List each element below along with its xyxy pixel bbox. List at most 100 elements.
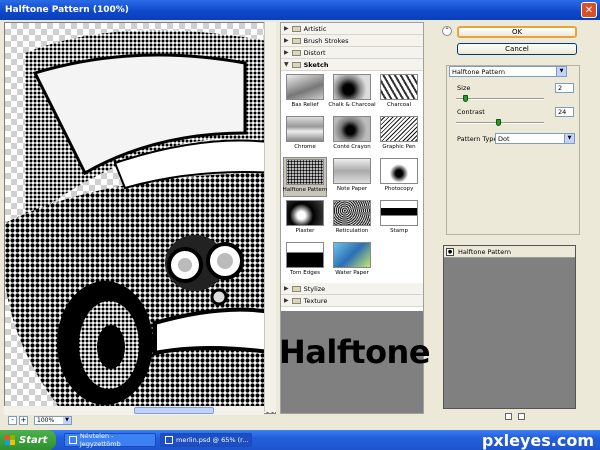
pattern-type-label: Pattern Type: (457, 135, 500, 143)
filter-chrome[interactable]: Chrome (283, 115, 327, 155)
category-distort[interactable]: ▶ Distort (281, 47, 423, 59)
category-label: Distort (303, 48, 326, 57)
contrast-slider[interactable] (456, 119, 544, 126)
collapse-gallery-button[interactable]: ⌃ (442, 26, 452, 36)
filter-water-paper[interactable]: Water Paper (330, 241, 374, 281)
cancel-button[interactable]: Cancel (457, 43, 577, 55)
close-icon: ✕ (584, 4, 594, 16)
filter-conte-crayon[interactable]: Conté Crayon (330, 115, 374, 155)
close-button[interactable]: ✕ (581, 2, 597, 18)
collapse-icon: ⌃ (444, 27, 450, 34)
scrollbar-thumb[interactable] (134, 407, 214, 414)
filter-plaster[interactable]: Plaster (283, 199, 327, 239)
folder-open-icon (291, 61, 301, 68)
folder-icon (291, 297, 301, 304)
filter-label: Charcoal (386, 102, 412, 108)
minus-icon: - (11, 415, 14, 424)
collapse-arrow-icon: ▼ (284, 61, 289, 68)
notepad-icon (69, 436, 77, 444)
filter-note-paper[interactable]: Note Paper (330, 157, 374, 197)
watermark: pxleyes.com (481, 431, 594, 450)
filter-label: Graphic Pen (382, 144, 416, 150)
filter-select[interactable]: Halftone Pattern ▼ (449, 66, 567, 77)
photoshop-icon (165, 436, 173, 444)
zoom-select[interactable]: 100% ▼ (34, 415, 72, 425)
size-slider[interactable] (456, 95, 544, 102)
window-titlebar: Halftone Pattern (100%) ✕ (0, 0, 600, 20)
contrast-input[interactable]: 24 (555, 107, 574, 117)
chevron-down-icon: ▼ (556, 67, 566, 76)
windows-logo-icon (5, 435, 15, 445)
preview-vertical-scrollbar[interactable] (264, 22, 276, 412)
filter-label: Water Paper (335, 270, 369, 276)
filter-chalk-charcoal[interactable]: Chalk & Charcoal (328, 73, 376, 113)
zoom-in-button[interactable]: + (19, 415, 28, 425)
new-effect-layer-icon[interactable] (505, 413, 512, 420)
filter-thumbnail (286, 200, 324, 226)
filter-charcoal[interactable]: Charcoal (377, 73, 421, 113)
preview-image (5, 30, 275, 413)
filter-thumbnail (380, 116, 418, 142)
category-brush-strokes[interactable]: ▶ Brush Strokes (281, 35, 423, 47)
slider-knob[interactable] (462, 95, 468, 102)
preview-horizontal-scrollbar[interactable] (4, 406, 264, 415)
category-sketch[interactable]: ▼ Sketch (281, 59, 423, 71)
taskbar-item-photoshop[interactable]: merlin.psd @ 65% (r... (160, 433, 252, 447)
zoom-controls: - + 100% ▼ (8, 415, 72, 425)
preview-canvas[interactable] (4, 22, 276, 414)
folder-icon (291, 37, 301, 44)
taskbar: Start Névtelen - Jegyzettömb merlin.psd … (0, 430, 600, 450)
filter-halftone-pattern[interactable]: Halftone Pattern (283, 157, 327, 197)
zoom-out-button[interactable]: - (8, 415, 17, 425)
filter-thumbnail (333, 242, 371, 268)
filter-label: Conté Crayon (333, 144, 371, 150)
filter-thumbnail (333, 116, 371, 142)
filter-label: Chalk & Charcoal (328, 102, 376, 108)
filter-thumbnail (333, 74, 371, 100)
category-label: Stylize (303, 284, 326, 293)
filter-thumbnail (333, 200, 371, 226)
filter-thumbnail (286, 116, 324, 142)
filter-label: Photocopy (384, 186, 414, 192)
category-label: Texture (303, 296, 328, 305)
zoom-value: 100% (37, 416, 55, 424)
filter-label: Bas Relief (291, 102, 319, 108)
start-button[interactable]: Start (0, 430, 56, 450)
category-stylize[interactable]: ▶ Stylize (281, 283, 423, 295)
filter-thumbnail (380, 158, 418, 184)
plus-icon: + (20, 415, 27, 424)
filter-graphic-pen[interactable]: Graphic Pen (377, 115, 421, 155)
pattern-type-value: Dot (498, 134, 510, 143)
slider-knob[interactable] (496, 119, 502, 126)
chevron-down-icon: ▼ (63, 416, 71, 424)
filter-thumbnail (286, 74, 324, 100)
taskbar-item-notepad[interactable]: Névtelen - Jegyzettömb (64, 432, 156, 448)
filter-label: Plaster (295, 228, 315, 234)
category-texture[interactable]: ▶ Texture (281, 295, 423, 307)
effect-layer-row[interactable]: ● Halftone Pattern (444, 246, 575, 258)
layer-buttons (505, 413, 525, 420)
expand-arrow-icon: ▶ (284, 285, 289, 292)
category-artistic[interactable]: ▶ Artistic (281, 23, 423, 35)
category-label: Sketch (303, 60, 329, 69)
filter-label: Note Paper (336, 186, 368, 192)
eye-icon[interactable]: ● (446, 247, 454, 256)
delete-effect-layer-icon[interactable] (518, 413, 525, 420)
folder-icon (291, 49, 301, 56)
chevron-down-icon: ▼ (564, 134, 574, 143)
ok-button[interactable]: OK (457, 26, 577, 38)
filter-reticulation[interactable]: Reticulation (330, 199, 374, 239)
start-label: Start (19, 434, 48, 446)
filter-photocopy[interactable]: Photocopy (377, 157, 421, 197)
filter-torn-edges[interactable]: Torn Edges (283, 241, 327, 281)
filter-label: Reticulation (335, 228, 369, 234)
size-input[interactable]: 2 (555, 83, 574, 93)
filter-label: Stamp (390, 228, 408, 234)
filter-stamp[interactable]: Stamp (377, 199, 421, 239)
taskbar-item-label: merlin.psd @ 65% (r... (176, 436, 249, 444)
filter-label: Chrome (294, 144, 316, 150)
pattern-type-select[interactable]: Dot ▼ (495, 133, 575, 144)
category-label: Brush Strokes (303, 36, 349, 45)
folder-icon (291, 25, 301, 32)
filter-bas-relief[interactable]: Bas Relief (283, 73, 327, 113)
